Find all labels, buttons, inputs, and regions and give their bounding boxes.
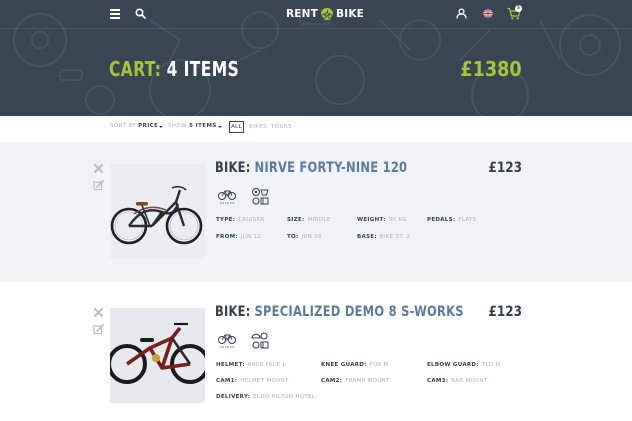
tab-all[interactable]: ALL [229, 121, 244, 133]
protection-gear-icon [251, 332, 269, 349]
chevron-down-icon [159, 126, 164, 128]
cart-item: BIKE: NIRVE FORTY-NINE 120 £123 TYPE: CRU… [0, 142, 632, 282]
tab-tours[interactable]: TOURS [271, 121, 292, 133]
uk-flag-icon[interactable] [483, 9, 493, 18]
cart-total: £1380 [460, 57, 522, 81]
sort-label: SORT BY [110, 123, 136, 129]
spec-cam2: CAM2: FRAME MOUNT [321, 378, 390, 384]
cart-item: BIKE: SPECIALIZED DEMO 8 S-WORKS £123 HE… [0, 282, 632, 421]
spec-knee-guard: KNEE GUARD: FOX M [321, 362, 389, 368]
spec-size: SIZE: MIDDLE [287, 217, 331, 223]
remove-icon[interactable] [93, 307, 104, 318]
item-name: SPECIALIZED DEMO 8 S-WORKS [254, 304, 464, 320]
item-keyword: BIKE: [215, 304, 251, 320]
title-item-count: 4 ITEMS [166, 57, 240, 81]
sort-dropdown[interactable]: SORT BY PRICE [110, 123, 164, 133]
spec-elbow-guard: ELBOW GUARD: TLD M [427, 362, 501, 368]
show-label: SHOW [168, 123, 187, 129]
spec-from: FROM: JUN 12 [216, 234, 262, 240]
bicycle-icon [218, 190, 236, 204]
sort-value: PRICE [138, 123, 159, 129]
item-title[interactable]: BIKE: SPECIALIZED DEMO 8 S-WORKS [215, 304, 464, 322]
tab-bikes[interactable]: BIKES [249, 121, 267, 133]
spec-helmet: HELMET: RACE FACE L [216, 362, 286, 368]
user-icon[interactable] [456, 8, 467, 19]
logo-mark-icon [321, 8, 334, 20]
show-value: 5 ITEMS [189, 123, 217, 129]
item-title[interactable]: BIKE: NIRVE FORTY-NINE 120 [215, 160, 407, 178]
search-icon[interactable] [135, 8, 146, 19]
cart-count-badge: 5 [515, 5, 522, 12]
bike-photo [110, 308, 205, 403]
edit-icon[interactable] [93, 180, 104, 191]
bike-photo [110, 164, 205, 259]
spec-base: BASE: BIKE ST. 2 [357, 234, 411, 240]
logo-text-left: RENT [286, 8, 319, 20]
spec-weight: WEIGHT: 90 KG [357, 217, 407, 223]
remove-icon[interactable] [93, 163, 104, 174]
item-price: £123 [488, 304, 522, 320]
item-keyword: BIKE: [215, 160, 251, 176]
spec-to: TO: JUN 16 [287, 234, 322, 240]
spec-cam3: CAM3: BAR MOUNT [427, 378, 488, 384]
gear-icon [252, 188, 269, 205]
item-name: NIRVE FORTY-NINE 120 [254, 160, 408, 176]
item-price: £123 [488, 160, 522, 176]
spec-cam1: CAM1: HELMET MOUNT [216, 378, 289, 384]
spec-delivery: DELIVERY: ELDO HILTON HOTEL [216, 394, 316, 400]
hero-header: RENT BIKE 5 CART: 4 ITEMS £1380 [0, 0, 632, 116]
spec-pedals: PEDALS: FLATS [427, 217, 477, 223]
logo-text-right: BIKE [336, 8, 365, 20]
title-keyword: CART: [109, 57, 162, 81]
edit-icon[interactable] [93, 324, 104, 335]
filter-bar [0, 116, 632, 142]
page-title: CART: 4 ITEMS [109, 57, 239, 85]
show-dropdown[interactable]: SHOW 5 ITEMS [168, 123, 222, 133]
spec-type: TYPE: CRUISER [216, 217, 265, 223]
menu-icon[interactable] [110, 9, 120, 19]
bicycle-icon [218, 334, 236, 348]
logo[interactable]: RENT BIKE [286, 6, 364, 22]
topbar-divider [0, 28, 632, 29]
chevron-down-icon [217, 126, 222, 128]
